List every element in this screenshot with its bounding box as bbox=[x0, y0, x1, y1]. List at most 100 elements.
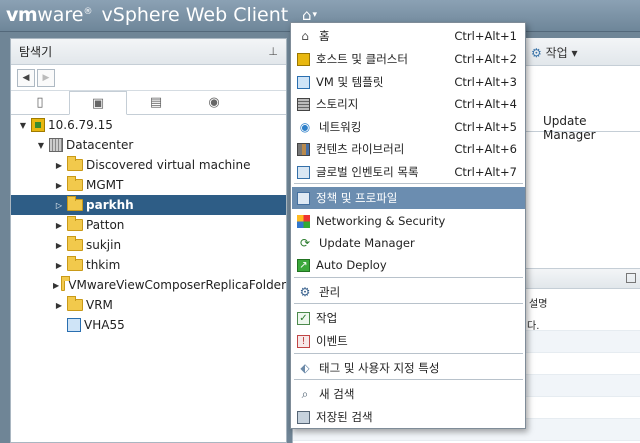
storage-icon: ▤ bbox=[149, 95, 163, 110]
vcenter-icon bbox=[31, 118, 45, 132]
tab-storage[interactable]: ▤ bbox=[127, 91, 185, 114]
description-cell: 다. bbox=[527, 321, 540, 332]
collapsed-icon[interactable]: ▶ bbox=[53, 161, 65, 170]
menu-item-search[interactable]: ⌕ 새 검색 bbox=[292, 383, 525, 405]
menu-item-shortcut: Ctrl+Alt+2 bbox=[454, 52, 517, 66]
menu-item-shortcut: Ctrl+Alt+3 bbox=[454, 75, 517, 89]
actions-button[interactable]: ⚙ 작업 ▾ bbox=[531, 44, 578, 61]
collapsed-icon[interactable]: ▶ bbox=[53, 301, 65, 310]
tree-node[interactable]: ▶ Patton bbox=[11, 215, 286, 235]
tree-node[interactable]: ▶ Discovered virtual machine bbox=[11, 155, 286, 175]
menu-item-update-manager[interactable]: ⟳ Update Manager bbox=[292, 232, 525, 254]
tab-update-manager[interactable]: Update Manager bbox=[543, 114, 640, 142]
pin-icon[interactable]: ⊥ bbox=[268, 45, 278, 58]
menu-separator bbox=[294, 183, 523, 184]
forward-button[interactable]: ▶ bbox=[37, 68, 55, 87]
menu-item-label: 네트워킹 bbox=[319, 120, 362, 134]
hosts-clusters-icon: ▯ bbox=[36, 95, 44, 110]
brand-vm: vm bbox=[6, 4, 38, 26]
menu-item-global-inventory[interactable]: 글로벌 인벤토리 목록 Ctrl+Alt+7 bbox=[292, 161, 525, 183]
tab-hosts-clusters[interactable]: ▯ bbox=[11, 91, 69, 114]
collapsed-icon[interactable]: ▶ bbox=[53, 261, 65, 270]
menu-separator bbox=[294, 277, 523, 278]
tree-node-label: MGMT bbox=[86, 178, 124, 192]
back-button[interactable]: ◀ bbox=[17, 68, 35, 87]
collapsed-icon[interactable]: ▶ bbox=[53, 181, 65, 190]
tree-node[interactable]: ▶ thkim bbox=[11, 255, 286, 275]
actions-label: 작업 bbox=[545, 46, 568, 60]
folder-icon bbox=[67, 176, 83, 191]
networking-icon: ◉ bbox=[299, 120, 311, 134]
update-manager-icon: ⟳ bbox=[299, 236, 311, 250]
maximize-icon[interactable] bbox=[626, 273, 636, 283]
tree-node[interactable]: ▼ Datacenter bbox=[11, 135, 286, 155]
menu-item-content-library[interactable]: 컨텐츠 라이브러리 Ctrl+Alt+6 bbox=[292, 138, 525, 160]
description-column-header[interactable]: 설명 bbox=[529, 295, 547, 310]
collapsed-icon[interactable]: ▶ bbox=[53, 241, 65, 250]
menu-item-label: 태그 및 사용자 지정 특성 bbox=[319, 361, 440, 375]
collapsed-icon[interactable]: ▶ bbox=[53, 281, 59, 290]
navigator-title: 탐색기 bbox=[19, 45, 53, 59]
menu-item-label: Update Manager bbox=[319, 236, 415, 250]
networking-icon: ◉ bbox=[208, 95, 220, 110]
menu-item-saved-search[interactable]: 저장된 검색 bbox=[292, 406, 525, 428]
expanded-icon[interactable]: ▼ bbox=[35, 141, 47, 150]
app-title: vSphere Web Client bbox=[101, 4, 289, 26]
collapsed-icon[interactable]: ▷ bbox=[53, 201, 65, 210]
tree-node-label: thkim bbox=[86, 258, 121, 272]
tree-node[interactable]: ▶ VRM bbox=[11, 295, 286, 315]
vms-templates-icon: ▣ bbox=[91, 95, 105, 111]
administration-icon: ⚙ bbox=[299, 285, 311, 299]
menu-item-label: VM 및 템플릿 bbox=[316, 75, 384, 89]
menu-item-home[interactable]: ⌂ 홈 Ctrl+Alt+1 bbox=[292, 25, 525, 47]
tree-node[interactable]: ▶ VMwareViewComposerReplicaFolder bbox=[11, 275, 286, 295]
folder-icon bbox=[67, 236, 83, 251]
tag-icon: ⬖ bbox=[300, 361, 310, 375]
folder-icon bbox=[67, 156, 83, 171]
tree-node-label: Discovered virtual machine bbox=[86, 158, 251, 172]
navigator-tabs: ▯ ▣ ▤ ◉ bbox=[11, 91, 286, 115]
menu-item-storage[interactable]: 스토리지 Ctrl+Alt+4 bbox=[292, 93, 525, 115]
brand-ware: ware bbox=[37, 4, 84, 26]
search-icon: ⌕ bbox=[301, 386, 309, 401]
menu-item-shortcut: Ctrl+Alt+1 bbox=[454, 29, 517, 43]
collapsed-icon[interactable]: ▶ bbox=[53, 221, 65, 230]
tree-node[interactable]: ▼ 10.6.79.15 bbox=[11, 115, 286, 135]
tree-node[interactable]: ▷ parkhh bbox=[11, 195, 286, 215]
menu-item-networking[interactable]: ◉ 네트워킹 Ctrl+Alt+5 bbox=[292, 116, 525, 138]
auto-deploy-icon: ↗ bbox=[297, 258, 310, 272]
inventory-tree: ▼ 10.6.79.15 ▼ Datacenter ▶ Discovered virtua… bbox=[11, 115, 286, 335]
folder-icon bbox=[67, 296, 83, 311]
expanded-icon[interactable]: ▼ bbox=[17, 121, 29, 130]
tree-node[interactable]: VHA55 bbox=[11, 315, 286, 335]
tree-node-label: 10.6.79.15 bbox=[48, 118, 113, 132]
menu-item-policies-profiles[interactable]: 정책 및 프로파일 bbox=[292, 187, 525, 209]
menu-item-tag[interactable]: ⬖ 태그 및 사용자 지정 특성 bbox=[292, 357, 525, 379]
folder-icon bbox=[67, 256, 83, 271]
tree-node-label: Datacenter bbox=[66, 138, 134, 152]
menu-separator bbox=[294, 353, 523, 354]
navigator-panel: 탐색기 ⊥ ◀ ▶ ▯ ▣ ▤ ◉ ▼ 10.6.79.15 ▼ Datacenter… bbox=[10, 38, 287, 443]
menu-item-events[interactable]: ! 이벤트 bbox=[292, 330, 525, 352]
menu-item-tasks[interactable]: ✓ 작업 bbox=[292, 307, 525, 329]
gear-icon: ⚙ bbox=[531, 46, 542, 60]
menu-item-administration[interactable]: ⚙ 관리 bbox=[292, 281, 525, 303]
menu-item-label: 글로벌 인벤토리 목록 bbox=[316, 165, 419, 179]
menu-item-shortcut: Ctrl+Alt+7 bbox=[454, 165, 517, 179]
menu-item-shortcut: Ctrl+Alt+4 bbox=[454, 97, 517, 111]
menu-item-hosts-clusters[interactable]: 호스트 및 클러스터 Ctrl+Alt+2 bbox=[292, 48, 525, 70]
tasks-icon: ✓ bbox=[297, 311, 310, 325]
menu-item-networking-security[interactable]: Networking & Security bbox=[292, 210, 525, 232]
tree-node[interactable]: ▶ MGMT bbox=[11, 175, 286, 195]
home-icon: ⌂ bbox=[301, 29, 309, 43]
menu-item-label: 정책 및 프로파일 bbox=[316, 191, 398, 205]
navigator-header: 탐색기 ⊥ bbox=[11, 39, 286, 65]
menu-item-label: Networking & Security bbox=[316, 214, 446, 228]
tab-networking[interactable]: ◉ bbox=[185, 91, 243, 114]
storage-icon bbox=[297, 97, 310, 111]
menu-item-auto-deploy[interactable]: ↗ Auto Deploy bbox=[292, 254, 525, 276]
menu-item-label: 이벤트 bbox=[316, 334, 348, 348]
tree-node[interactable]: ▶ sukjin bbox=[11, 235, 286, 255]
menu-item-vms-templates[interactable]: VM 및 템플릿 Ctrl+Alt+3 bbox=[292, 71, 525, 93]
tab-vms-templates[interactable]: ▣ bbox=[69, 91, 127, 115]
